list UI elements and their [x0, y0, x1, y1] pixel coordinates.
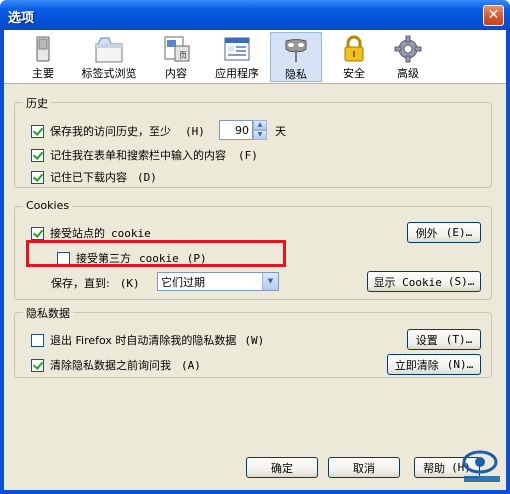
switch-icon — [36, 36, 50, 62]
tab-content[interactable]: 页 内容 — [154, 32, 198, 82]
private-data-group: 隐私数据 退出 Firefox 时自动清除我的隐私数据 (W) 设置 (T)… … — [14, 305, 492, 378]
ask-before-clear-checkbox[interactable] — [31, 358, 44, 372]
gear-icon — [394, 35, 422, 63]
tab-advanced[interactable]: 高级 — [386, 32, 430, 82]
spin-down-arrow-icon[interactable]: ▼ — [253, 130, 267, 140]
chevron-down-icon[interactable]: ▼ — [262, 273, 278, 290]
tab-security[interactable]: 安全 — [332, 32, 376, 82]
keep-until-row: 保存，直到: (K) — [51, 275, 140, 291]
remember-forms-row: 记住我在表单和搜索栏中输入的内容 (F) — [31, 147, 258, 163]
exceptions-button[interactable]: 例外 (E)… — [407, 222, 481, 243]
keep-until-label: 保存，直到: — [51, 277, 110, 290]
remember-downloads-shortcut: (D) — [137, 170, 157, 184]
tab-content-label: 内容 — [165, 67, 187, 80]
options-window: 选项 ✕ 主要 标签式浏览 页 内容 应用程序 隐私 安全 高级 历史 保存我的… — [0, 0, 510, 494]
tab-security-label: 安全 — [343, 67, 365, 80]
keep-history-shortcut: (H) — [185, 124, 205, 138]
ask-before-clear-label[interactable]: 清除隐私数据之前询问我 — [50, 357, 171, 373]
keep-history-checkbox[interactable] — [31, 124, 44, 138]
keep-until-select[interactable]: 它们过期 ▼ — [157, 272, 279, 291]
tab-window-icon — [95, 37, 123, 63]
clear-now-button[interactable]: 立即清除 (N)… — [387, 354, 481, 375]
settings-button-shortcut: (T)… — [445, 333, 473, 346]
settings-button-label: 设置 — [415, 333, 438, 347]
application-window-icon — [224, 37, 250, 61]
window-title: 选项 — [8, 11, 35, 26]
svg-text:页: 页 — [179, 51, 187, 60]
accept-cookies-checkbox[interactable] — [31, 226, 44, 240]
tab-privacy[interactable]: 隐私 — [270, 32, 322, 82]
help-button-label: 帮助 — [423, 461, 446, 475]
tab-main-label: 主要 — [32, 67, 54, 80]
remember-forms-checkbox[interactable] — [31, 148, 44, 162]
clear-on-exit-checkbox[interactable] — [31, 333, 44, 347]
close-button[interactable]: ✕ — [483, 5, 504, 26]
title-bar[interactable]: 选项 ✕ — [0, 0, 510, 30]
remember-forms-label[interactable]: 记住我在表单和搜索栏中输入的内容 — [50, 147, 226, 163]
ok-button[interactable]: 确定 — [246, 457, 318, 478]
keep-history-row: 保存我的访问历史，至少 (H) — [31, 123, 205, 139]
keep-history-label[interactable]: 保存我的访问历史，至少 — [50, 123, 171, 139]
cancel-button[interactable]: 取消 — [328, 457, 400, 478]
history-days-spinner[interactable]: 90 ▲ ▼ — [219, 120, 267, 140]
history-days-input[interactable]: 90 — [219, 120, 253, 140]
show-cookies-button-shortcut: (S)… — [447, 275, 475, 288]
category-toolbar: 主要 标签式浏览 页 内容 应用程序 隐私 安全 高级 — [4, 30, 506, 84]
tab-tabs-label: 标签式浏览 — [81, 67, 137, 80]
remember-downloads-checkbox[interactable] — [31, 170, 44, 184]
tab-applications-label: 应用程序 — [215, 67, 259, 80]
privacy-mask-icon — [285, 39, 307, 62]
show-cookies-button-label: 显示 Cookie — [373, 275, 442, 289]
cookies-group-title: Cookies — [23, 199, 73, 212]
private-data-group-title: 隐私数据 — [23, 305, 73, 321]
tab-advanced-label: 高级 — [397, 67, 419, 80]
history-group: 历史 保存我的访问历史，至少 (H) 90 ▲ ▼ 天 记住我在表单和搜索栏中输… — [14, 95, 492, 188]
cancel-button-label: 取消 — [353, 461, 375, 475]
tab-tabs[interactable]: 标签式浏览 — [74, 32, 144, 82]
keep-until-selected-value: 它们过期 — [161, 275, 205, 289]
settings-button[interactable]: 设置 (T)… — [407, 329, 481, 350]
content-page-icon: 页 — [164, 36, 190, 62]
ask-before-clear-shortcut: (A) — [181, 358, 201, 372]
clear-now-button-label: 立即清除 — [394, 358, 439, 372]
watermark-logo-icon — [462, 450, 500, 482]
clear-on-exit-label[interactable]: 退出 Firefox 时自动清除我的隐私数据 — [50, 332, 236, 348]
clear-on-exit-row: 退出 Firefox 时自动清除我的隐私数据 (W) — [31, 332, 264, 348]
tab-applications[interactable]: 应用程序 — [208, 32, 266, 82]
remember-downloads-label[interactable]: 记住已下载内容 — [50, 169, 127, 185]
annotation-highlight-box — [26, 240, 286, 267]
exceptions-button-shortcut: (E)… — [445, 226, 473, 239]
ask-before-clear-row: 清除隐私数据之前询问我 (A) — [31, 357, 201, 373]
remember-downloads-row: 记住已下载内容 (D) — [31, 169, 157, 185]
exceptions-button-label: 例外 — [415, 226, 438, 240]
accept-cookies-row: 接受站点的 cookie — [31, 225, 151, 241]
accept-cookies-label[interactable]: 接受站点的 — [50, 225, 105, 241]
keep-until-shortcut: (K) — [119, 276, 140, 290]
history-days-unit: 天 — [275, 125, 286, 138]
remember-forms-shortcut: (F) — [238, 148, 258, 162]
clear-now-button-shortcut: (N)… — [446, 358, 474, 371]
ok-button-label: 确定 — [271, 461, 293, 475]
accept-cookies-word[interactable]: cookie — [111, 227, 151, 240]
padlock-icon — [344, 35, 364, 62]
show-cookies-button[interactable]: 显示 Cookie (S)… — [367, 271, 481, 292]
spin-up-arrow-icon[interactable]: ▲ — [253, 120, 267, 130]
tab-main[interactable]: 主要 — [18, 32, 68, 82]
clear-on-exit-shortcut: (W) — [244, 333, 265, 347]
history-group-title: 历史 — [23, 95, 51, 111]
tab-privacy-label: 隐私 — [285, 68, 307, 81]
